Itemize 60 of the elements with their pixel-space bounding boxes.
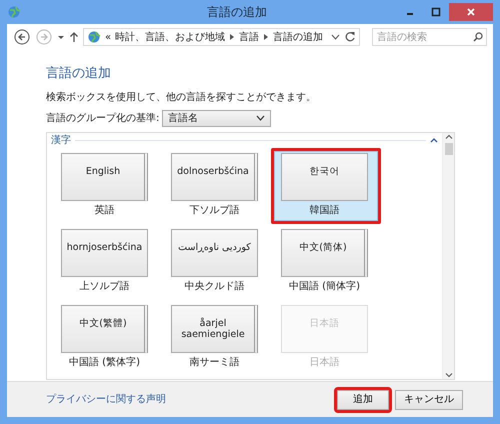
language-label: 上ソルブ語	[78, 280, 130, 294]
forward-icon	[36, 29, 52, 45]
language-tile[interactable]: کوردیی ناوەڕاست	[171, 228, 258, 276]
back-button[interactable]	[13, 28, 31, 46]
language-tile[interactable]: dolnoserbšćina	[171, 152, 258, 200]
address-bar[interactable]: « 時計、言語、および地域 言語 言語の追加	[83, 28, 360, 46]
maximize-icon	[431, 7, 441, 17]
language-item[interactable]: 中文(繁體) 中国語 (繁体字)	[51, 300, 161, 376]
dropdown-icon	[256, 114, 265, 122]
collapse-icon[interactable]	[430, 137, 438, 143]
language-label: 中国語 (簡体字)	[288, 280, 361, 294]
breadcrumb-item[interactable]: 言語	[239, 30, 260, 44]
language-tile[interactable]: English	[61, 152, 148, 200]
language-item[interactable]: dolnoserbšćina 下ソルブ語	[161, 148, 271, 224]
language-label: 韓国語	[308, 204, 340, 218]
globe-icon	[7, 5, 21, 19]
privacy-link[interactable]: プライバシーに関する声明	[46, 392, 166, 407]
language-tile: 日本語	[281, 304, 368, 352]
description-text: 検索ボックスを使用して、他の言語を探すことができます。	[46, 90, 317, 104]
window-title: 言語の追加	[207, 4, 267, 21]
chevron-icon	[263, 33, 270, 41]
search-field[interactable]: 言語の検索	[372, 28, 487, 46]
breadcrumb-overflow[interactable]: «	[105, 30, 112, 44]
scrollbar-thumb[interactable]	[444, 142, 452, 154]
close-button[interactable]	[449, 3, 493, 21]
cancel-button[interactable]: キャンセル	[395, 390, 463, 410]
language-label: 英語	[94, 204, 116, 218]
search-icon[interactable]	[473, 32, 483, 42]
chevron-icon	[229, 33, 236, 41]
back-icon	[14, 29, 30, 45]
page-heading: 言語の追加	[46, 65, 112, 83]
language-tile[interactable]: 中文(繁體)	[61, 304, 148, 352]
scroll-up-icon[interactable]	[444, 132, 452, 140]
language-item[interactable]: 中文(简体) 中国語 (簡体字)	[271, 224, 381, 300]
language-item[interactable]: åarjel saemiengiele 南サーミ語	[161, 300, 271, 376]
breadcrumb-item[interactable]: 言語の追加	[273, 30, 324, 44]
dropdown-icon[interactable]	[331, 33, 340, 41]
language-tile[interactable]: åarjel saemiengiele	[171, 304, 258, 352]
breadcrumb-item[interactable]: 時計、言語、および地域	[115, 30, 226, 44]
language-label: 中国語 (繁体字)	[68, 356, 141, 370]
language-item[interactable]: 한국어 韓国語	[271, 148, 381, 224]
language-tile[interactable]: 中文(简体)	[281, 228, 368, 276]
scroll-down-icon[interactable]	[444, 370, 452, 378]
grouping-dropdown[interactable]: 言語名	[162, 110, 271, 126]
language-tile[interactable]: 한국어	[281, 152, 368, 200]
language-tile[interactable]: hornjoserbšćina	[61, 228, 148, 276]
language-label: 下ソルブ語	[188, 204, 240, 218]
globe-icon	[87, 30, 101, 44]
language-item[interactable]: hornjoserbšćina 上ソルブ語	[51, 224, 161, 300]
language-label: 日本語	[308, 356, 340, 370]
language-label: 南サーミ語	[188, 356, 240, 370]
group-header: 漢字	[51, 134, 71, 148]
language-label: 中央クルド語	[184, 280, 246, 294]
refresh-icon[interactable]	[344, 31, 356, 43]
caret-icon[interactable]	[57, 33, 65, 41]
scrollbar[interactable]	[442, 132, 454, 378]
language-item[interactable]: English 英語	[51, 148, 161, 224]
close-icon	[466, 7, 476, 17]
up-arrow-icon[interactable]	[69, 31, 79, 43]
grouping-label: 言語のグループ化の基準:	[46, 112, 160, 126]
